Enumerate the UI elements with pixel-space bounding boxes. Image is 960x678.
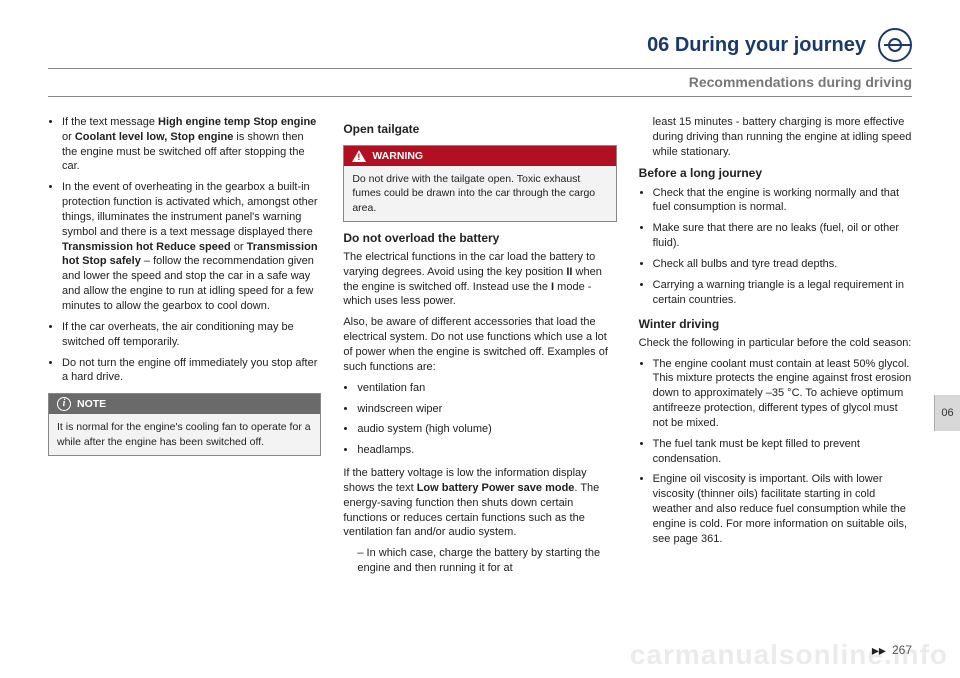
warning-triangle-icon <box>352 150 366 162</box>
page-header: 06 During your journey <box>48 28 912 62</box>
list-item: audio system (high volume) <box>357 422 616 437</box>
note-body: It is normal for the engine's cooling fa… <box>49 414 320 454</box>
heading-winter-driving: Winter driving <box>639 316 912 332</box>
heading-battery: Do not overload the battery <box>343 230 616 246</box>
list-item: If the text message High engine temp Sto… <box>62 115 321 174</box>
heading-before-journey: Before a long journey <box>639 165 912 181</box>
heading-open-tailgate: Open tailgate <box>343 121 616 137</box>
chapter-tab: 06 <box>934 395 960 431</box>
list-item: Check all bulbs and tyre tread depths. <box>653 257 912 272</box>
list-item: In which case, charge the battery by sta… <box>357 546 616 576</box>
list-item: The fuel tank must be kept filled to pre… <box>653 437 912 467</box>
column-2: Open tailgate WARNING Do not drive with … <box>343 115 616 584</box>
body-text: Also, be aware of different accessories … <box>343 315 616 374</box>
overheat-list: If the text message High engine temp Sto… <box>48 115 321 385</box>
list-item: Check that the engine is working normall… <box>653 186 912 216</box>
before-journey-list: Check that the engine is working normall… <box>639 186 912 308</box>
content-columns: If the text message High engine temp Sto… <box>48 115 912 584</box>
list-item: In the event of overheating in the gearb… <box>62 180 321 314</box>
warning-callout: WARNING Do not drive with the tailgate o… <box>343 145 616 222</box>
warning-body: Do not drive with the tailgate open. Tox… <box>344 166 615 221</box>
warning-header: WARNING <box>344 146 615 166</box>
list-item: ventilation fan <box>357 381 616 396</box>
list-item: Carrying a warning triangle is a legal r… <box>653 278 912 308</box>
info-icon: i <box>57 397 71 411</box>
list-item: headlamps. <box>357 443 616 458</box>
manual-page: 06 During your journey Recommendations d… <box>0 0 960 678</box>
list-item: windscreen wiper <box>357 402 616 417</box>
list-item: If the car overheats, the air conditioni… <box>62 320 321 350</box>
watermark: carmanualsonline.info <box>630 636 948 674</box>
winter-list: The engine coolant must contain at least… <box>639 357 912 547</box>
list-item: Do not turn the engine off immediately y… <box>62 356 321 386</box>
note-callout: i NOTE It is normal for the engine's coo… <box>48 393 321 456</box>
list-item: Make sure that there are no leaks (fuel,… <box>653 221 912 251</box>
body-text: The electrical functions in the car load… <box>343 250 616 309</box>
note-label: NOTE <box>77 397 106 411</box>
column-1: If the text message High engine temp Sto… <box>48 115 321 584</box>
column-3: least 15 minutes - battery charging is m… <box>639 115 912 584</box>
steering-wheel-icon <box>878 28 912 62</box>
note-header: i NOTE <box>49 394 320 414</box>
list-item: Engine oil viscosity is important. Oils … <box>653 472 912 546</box>
body-text: Check the following in particular before… <box>639 336 912 351</box>
list-item: The engine coolant must contain at least… <box>653 357 912 431</box>
section-title: Recommendations during driving <box>48 68 912 97</box>
chapter-title: 06 During your journey <box>647 32 866 59</box>
battery-load-list: ventilation fan windscreen wiper audio s… <box>343 381 616 458</box>
body-text: least 15 minutes - battery charging is m… <box>653 115 912 160</box>
warning-label: WARNING <box>372 149 423 163</box>
body-text: If the battery voltage is low the inform… <box>343 466 616 540</box>
battery-sublist: In which case, charge the battery by sta… <box>343 546 616 576</box>
